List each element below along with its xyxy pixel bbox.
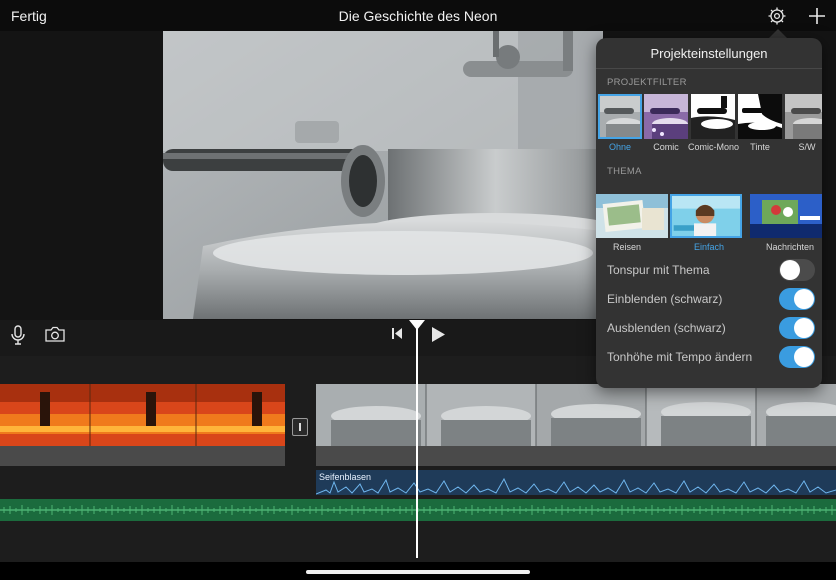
popover-divider (596, 68, 822, 69)
filter-label-bw: S/W (798, 142, 816, 152)
toggle-knob (794, 318, 814, 338)
microphone-icon[interactable] (9, 325, 27, 345)
theme-thumb-news[interactable] (750, 194, 822, 238)
video-clip-orange[interactable] (0, 384, 285, 446)
filter-label-ink: Tinte (750, 142, 770, 152)
fade-out-toggle[interactable] (779, 317, 815, 339)
audio-clip-label: Seifenblasen (319, 472, 372, 482)
toggle-knob (780, 260, 800, 280)
toggle-label-theme-music: Tonspur mit Thema (607, 263, 710, 277)
toggle-label-fade-out: Ausblenden (schwarz) (607, 321, 726, 335)
home-indicator[interactable] (306, 570, 530, 574)
video-clip-silver[interactable] (316, 384, 836, 446)
project-settings-popover: Projekteinstellungen PROJEKTFILTER Ohne … (596, 38, 822, 388)
toggle-label-pitch-speed: Tonhöhe mit Tempo ändern (607, 350, 753, 364)
fade-in-toggle[interactable] (779, 288, 815, 310)
video-clip-silver-audio-strip (316, 446, 836, 466)
filter-thumb-comic-mono[interactable] (691, 94, 735, 139)
filter-thumb-ink[interactable] (738, 94, 782, 139)
theme-thumb-simple[interactable] (670, 194, 742, 238)
toggle-knob (794, 347, 814, 367)
theme-label-simple: Einfach (693, 242, 725, 252)
top-bar: Fertig Die Geschichte des Neon (0, 0, 836, 31)
popover-arrow (769, 29, 787, 38)
filter-thumb-none[interactable] (598, 94, 642, 139)
theme-music-toggle[interactable] (779, 259, 815, 281)
filter-thumb-comic[interactable] (644, 94, 688, 139)
play-icon[interactable] (430, 326, 446, 343)
theme-section-label: THEMA (607, 166, 642, 177)
filter-label-comic-mono: Comic-Mono (688, 142, 740, 152)
theme-label-travel: Reisen (612, 242, 641, 252)
audio-waveform (316, 477, 836, 495)
skip-back-icon[interactable] (390, 327, 404, 340)
popover-title: Projekteinstellungen (650, 46, 768, 61)
transition-button[interactable] (292, 418, 308, 436)
toggle-label-fade-in: Einblenden (schwarz) (607, 292, 723, 306)
music-waveform (0, 505, 836, 515)
video-clip-orange-audio-strip (0, 446, 285, 466)
music-track[interactable] (0, 499, 836, 521)
filter-thumb-bw[interactable] (785, 94, 822, 139)
gear-icon[interactable] (766, 5, 788, 27)
camera-icon[interactable] (44, 326, 66, 343)
video-preview[interactable] (163, 31, 603, 319)
playhead-handle[interactable] (409, 320, 425, 330)
playhead[interactable] (416, 320, 418, 558)
theme-thumb-travel[interactable] (596, 194, 668, 238)
theme-label-news: Nachrichten (765, 242, 815, 252)
plus-icon[interactable] (806, 5, 828, 27)
filter-label-comic: Comic (653, 142, 679, 152)
project-title: Die Geschichte des Neon (338, 8, 498, 24)
toggle-knob (794, 289, 814, 309)
audio-clip[interactable]: Seifenblasen (316, 470, 836, 495)
pitch-speed-toggle[interactable] (779, 346, 815, 368)
filter-label-none: Ohne (608, 142, 632, 152)
filter-section-label: PROJEKTFILTER (607, 77, 687, 88)
